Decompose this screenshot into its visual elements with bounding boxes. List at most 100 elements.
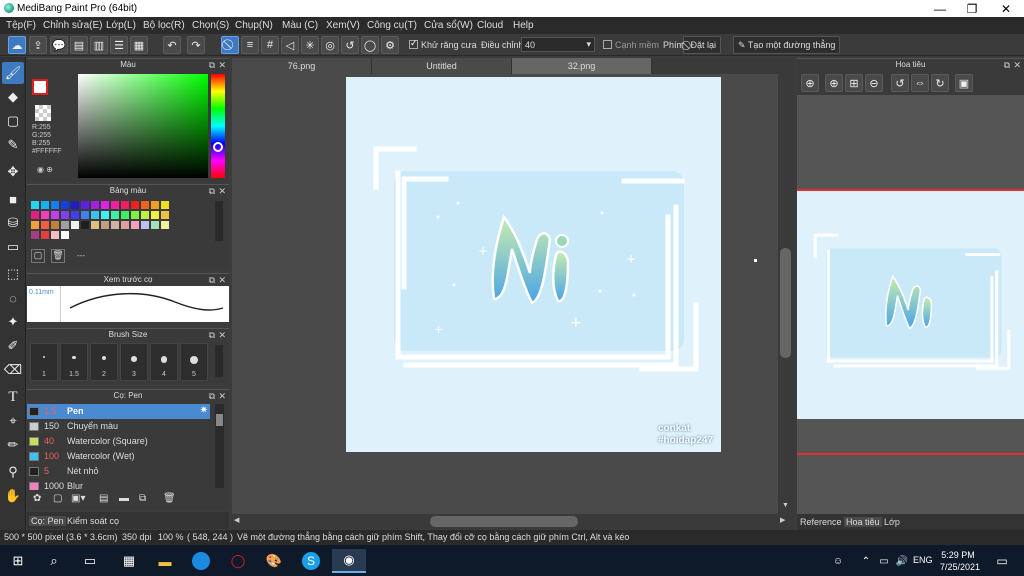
rotate-left-icon[interactable]: ↺ xyxy=(891,74,909,92)
palette-swatch[interactable] xyxy=(131,211,139,219)
undock-icon[interactable]: ⧉ xyxy=(209,329,215,341)
palette-swatch[interactable] xyxy=(161,201,169,209)
saturation-value-picker[interactable] xyxy=(78,74,208,178)
dropper-tool-icon[interactable]: ⚲ xyxy=(2,461,24,483)
snap-settings-icon[interactable]: ⚙ xyxy=(381,36,399,54)
tab-32-png[interactable]: 32.png xyxy=(512,58,652,74)
palette-swatch[interactable] xyxy=(41,201,49,209)
menu-color[interactable]: Màu (C) xyxy=(282,20,318,31)
palette-swatch[interactable] xyxy=(151,221,159,229)
medibang-taskbar-icon[interactable]: ◉ xyxy=(332,549,366,573)
brush-list-item[interactable]: 40 Watercolor (Square) xyxy=(27,434,210,449)
soft-edge-checkbox[interactable] xyxy=(603,40,612,49)
volume-icon[interactable]: 🔊 xyxy=(890,549,914,573)
brush-list-scrollbar[interactable] xyxy=(215,404,224,488)
palette-swatch[interactable] xyxy=(31,231,39,239)
reset-button[interactable]: ⃠ Đặt lại xyxy=(683,36,722,54)
palette-swatch[interactable] xyxy=(91,221,99,229)
new-brush-icon[interactable]: ▢ xyxy=(53,493,62,504)
palette-swatch[interactable] xyxy=(111,221,119,229)
create-line-button[interactable]: ✎ Tạo một đường thẳng xyxy=(733,36,841,54)
store-icon[interactable]: ▦ xyxy=(117,549,141,573)
palette-swatch[interactable] xyxy=(41,211,49,219)
canvas-vscrollbar[interactable]: ▼ xyxy=(778,58,794,514)
artwork-canvas[interactable]: + + + + conkat #hoidap247 xyxy=(346,77,721,452)
undock-icon[interactable]: ⧉ xyxy=(1004,59,1010,71)
brush-size-cell[interactable]: 4 xyxy=(150,343,178,381)
palette-swatch[interactable] xyxy=(61,201,69,209)
close-icon[interactable]: ✕ xyxy=(218,390,226,402)
rotate-right-icon[interactable]: ↻ xyxy=(931,74,949,92)
palette-swatch[interactable] xyxy=(51,221,59,229)
menu-tools[interactable]: Công cụ(T) xyxy=(367,20,417,31)
brush-menu-icon[interactable]: ▣▾ xyxy=(71,493,85,504)
radial-snap-icon[interactable]: ✳ xyxy=(301,36,319,54)
palette-swatch[interactable] xyxy=(81,201,89,209)
clock[interactable]: 5:29 PM 7/25/2021 xyxy=(940,549,980,573)
move-tool-icon[interactable]: ✥ xyxy=(2,161,24,183)
palette-swatch[interactable] xyxy=(51,231,59,239)
select-eraser-tool-icon[interactable]: ⌫ xyxy=(2,359,24,381)
cloud-icon[interactable]: ☁ xyxy=(8,36,26,54)
palette-swatch[interactable] xyxy=(41,221,49,229)
brush-size-cell[interactable]: 1 xyxy=(30,343,58,381)
menu-window[interactable]: Cửa sổ(W) xyxy=(424,20,473,31)
antialias-checkbox[interactable] xyxy=(409,38,418,49)
zalo-icon[interactable] xyxy=(189,549,213,573)
brush-settings-icon[interactable]: ✷ xyxy=(200,405,208,416)
palette-swatch[interactable] xyxy=(121,211,129,219)
fit-window-icon[interactable]: ⊞ xyxy=(845,74,863,92)
palette-swatch[interactable] xyxy=(131,221,139,229)
menu-capture[interactable]: Chụp(N) xyxy=(235,20,273,31)
task-view-icon[interactable]: ▭ xyxy=(78,549,102,573)
opera-icon[interactable]: ◯ xyxy=(226,549,250,573)
palette-scrollbar[interactable] xyxy=(215,201,223,241)
menu-cloud[interactable]: Cloud xyxy=(477,20,503,31)
hue-handle[interactable] xyxy=(213,142,223,152)
close-icon[interactable]: ✕ xyxy=(218,185,226,197)
adjust-select[interactable]: 40 ▾ xyxy=(521,37,595,52)
share-icon[interactable]: ⇪ xyxy=(29,36,47,54)
brush-size-cell[interactable]: 2 xyxy=(90,343,118,381)
lasso-tool-icon[interactable]: ◌ xyxy=(2,287,24,309)
palette-swatch[interactable] xyxy=(81,211,89,219)
palette-swatch[interactable] xyxy=(61,231,69,239)
menu-help[interactable]: Help xyxy=(513,20,534,31)
file-explorer-icon[interactable]: ▬ xyxy=(153,549,177,573)
palette-swatch[interactable] xyxy=(81,221,89,229)
brush-properties-icon[interactable]: ▤ xyxy=(99,493,108,504)
palette-swatch[interactable] xyxy=(101,201,109,209)
palette-swatch[interactable] xyxy=(101,221,109,229)
primary-color-swatch[interactable] xyxy=(32,79,48,95)
palette-swatch[interactable] xyxy=(91,211,99,219)
tab-brush-control[interactable]: Kiểm soát cọ xyxy=(67,516,119,526)
skype-icon[interactable]: S xyxy=(299,549,323,573)
new-palette-icon[interactable]: ▢ xyxy=(31,249,45,263)
palette-swatch[interactable] xyxy=(31,211,39,219)
undock-icon[interactable]: ⧉ xyxy=(209,59,215,71)
search-icon[interactable]: ⌕ xyxy=(42,549,66,573)
windows-start-icon[interactable]: ⊞ xyxy=(6,549,30,573)
close-icon[interactable]: ✕ xyxy=(218,274,226,286)
palette-swatch[interactable] xyxy=(101,211,109,219)
canvas-area[interactable]: + + + + conkat #hoidap247 xyxy=(232,74,778,514)
palette-swatch[interactable] xyxy=(141,211,149,219)
palette-swatch[interactable] xyxy=(131,201,139,209)
ellipse-snap-icon[interactable]: ◯ xyxy=(361,36,379,54)
palette-swatch[interactable] xyxy=(111,211,119,219)
palette-swatch[interactable] xyxy=(71,221,79,229)
palette-swatch[interactable] xyxy=(51,201,59,209)
menu-select[interactable]: Chọn(S) xyxy=(192,20,229,31)
hue-slider[interactable] xyxy=(211,74,225,178)
palette-swatch[interactable] xyxy=(141,221,149,229)
close-icon[interactable]: ✕ xyxy=(1013,59,1021,71)
palette-swatch[interactable] xyxy=(61,211,69,219)
undo-icon[interactable]: ↶ xyxy=(163,36,181,54)
dot-tool-icon[interactable]: ▢ xyxy=(2,110,24,132)
palette-swatch[interactable] xyxy=(121,201,129,209)
palette-swatch[interactable] xyxy=(71,211,79,219)
palette-swatch[interactable] xyxy=(151,201,159,209)
tab-reference[interactable]: Reference xyxy=(800,517,842,527)
close-button[interactable]: ✕ xyxy=(990,0,1022,17)
comment-icon[interactable]: 💬 xyxy=(50,36,68,54)
